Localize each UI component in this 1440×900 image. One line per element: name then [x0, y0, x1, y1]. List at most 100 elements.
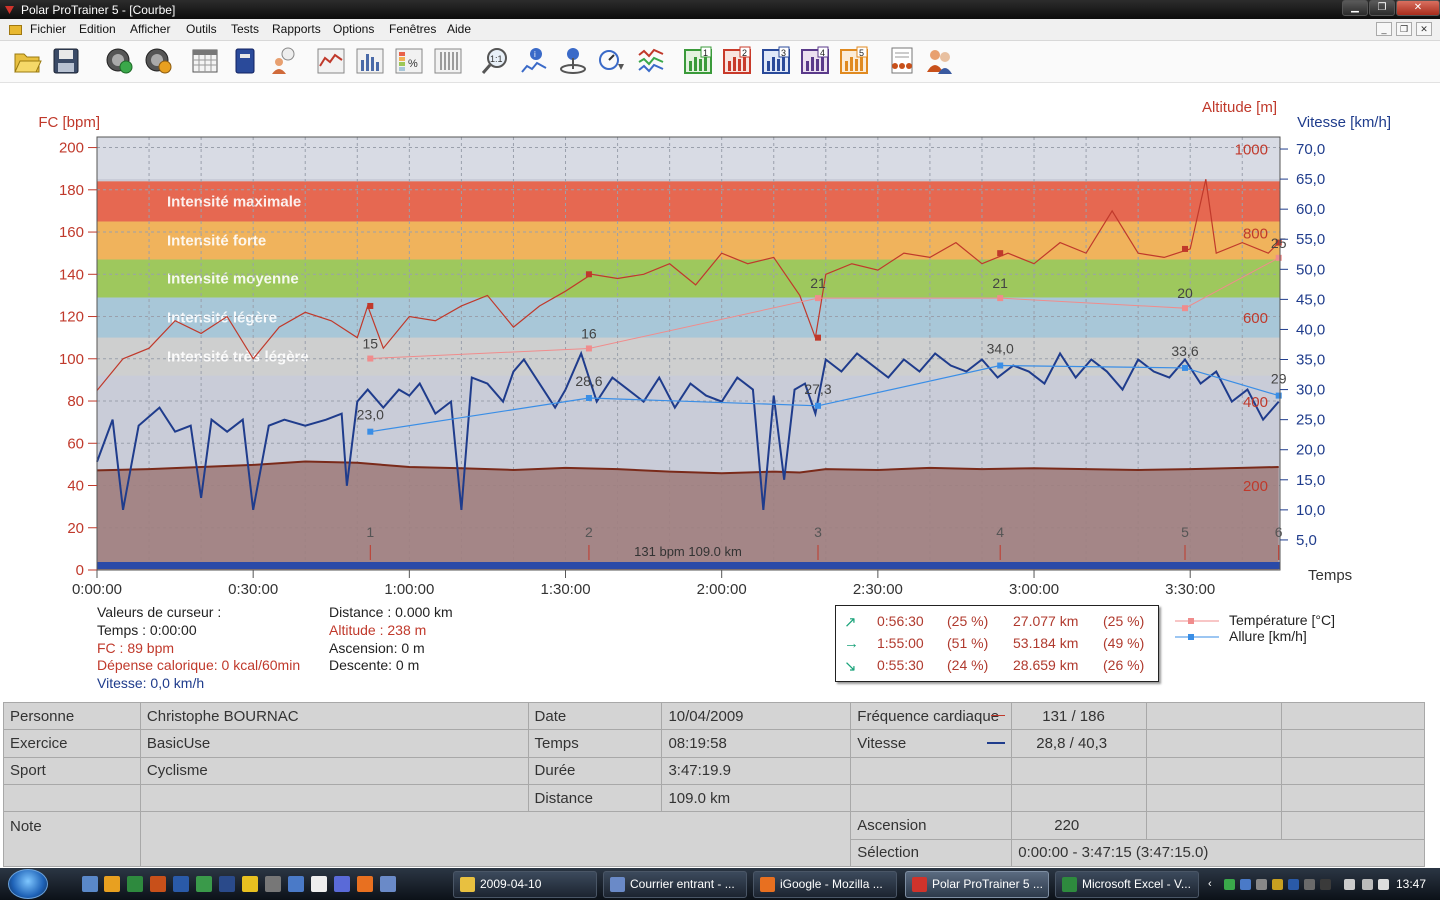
tray-network-icon[interactable]: [1240, 879, 1251, 890]
task-igoogle[interactable]: iGoogle - Mozilla ...: [753, 871, 897, 898]
menu-outils[interactable]: Outils: [186, 22, 217, 36]
allure-point: [997, 362, 1004, 369]
temperature-point: [585, 345, 592, 352]
network-icon[interactable]: [1362, 879, 1373, 890]
chrome-icon[interactable]: [242, 876, 258, 892]
y-speed-tick-label: 50,0: [1296, 261, 1325, 278]
task-excel[interactable]: Microsoft Excel - V...: [1055, 871, 1199, 898]
sync-icon[interactable]: [104, 46, 134, 76]
user-info-icon[interactable]: [268, 46, 298, 76]
mdi-restore-button[interactable]: ❐: [1396, 22, 1412, 36]
zoom-icon[interactable]: 1:1: [480, 46, 510, 76]
empty-cell: [3, 783, 141, 813]
allure-label: 33,6: [1171, 343, 1198, 359]
fc-label-cell: Fréquence cardiaque: [850, 701, 1013, 731]
legend-swatches: [1175, 618, 1219, 640]
x-tick-label: 1:30:00: [540, 581, 590, 598]
x-tick-label: 0:30:00: [228, 581, 278, 598]
selection-bar[interactable]: [97, 562, 1280, 569]
show-desktop-icon[interactable]: [82, 876, 98, 892]
zone3-icon[interactable]: 3: [761, 46, 791, 76]
bar-view-icon[interactable]: [355, 46, 385, 76]
empty-cell: [1146, 701, 1283, 731]
start-button[interactable]: [8, 869, 48, 899]
allure-label: 27,3: [804, 381, 831, 397]
multi-curve-icon[interactable]: [636, 46, 666, 76]
battery-icon[interactable]: [1344, 879, 1355, 890]
zone2-icon[interactable]: 2: [722, 46, 752, 76]
menu-afficher[interactable]: Afficher: [130, 22, 170, 36]
tray-update-icon[interactable]: [1272, 879, 1283, 890]
empty-cell: [1146, 756, 1283, 785]
zone4-badge: 4: [820, 48, 825, 58]
word-icon[interactable]: [173, 876, 189, 892]
tray-expand-icon[interactable]: ‹: [1208, 879, 1219, 890]
percent-view-icon[interactable]: %: [394, 46, 424, 76]
quicklaunch-v-icon[interactable]: [311, 876, 327, 892]
zone1-icon[interactable]: 1: [683, 46, 713, 76]
excel-icon[interactable]: [127, 876, 143, 892]
summary-row-uphill: ↗ 0:56:30 (25 %) 27.077 km (25 %): [844, 613, 1145, 631]
tray-printer-icon[interactable]: [1320, 879, 1331, 890]
quicklaunch-m-icon[interactable]: [219, 876, 235, 892]
diary-book-icon[interactable]: [230, 46, 260, 76]
tray-usb-icon[interactable]: [1304, 879, 1315, 890]
tray-security-icon[interactable]: [1288, 879, 1299, 890]
task-courrier[interactable]: Courrier entrant - ...: [603, 871, 747, 898]
temperature-point: [1181, 305, 1188, 312]
menu-aide[interactable]: Aide: [447, 22, 471, 36]
y-left-tick-label: 100: [59, 351, 84, 368]
task-folder-2009-04-10[interactable]: 2009-04-10: [453, 871, 597, 898]
marker-info-icon[interactable]: i: [519, 46, 549, 76]
open-folder-icon[interactable]: [12, 46, 42, 76]
calendar-icon[interactable]: [190, 46, 220, 76]
minimize-button[interactable]: ▁: [1342, 0, 1368, 16]
document-icon[interactable]: [9, 25, 22, 35]
lap-icon[interactable]: [558, 46, 588, 76]
exercise-info-table: Personne Christophe BOURNAC Date 10/04/2…: [3, 701, 1425, 868]
tray-device-icon[interactable]: [1256, 879, 1267, 890]
x-tick-label: 3:30:00: [1165, 581, 1215, 598]
menu-edition[interactable]: Edition: [79, 22, 116, 36]
firefox-icon[interactable]: [357, 876, 373, 892]
save-icon[interactable]: [51, 46, 81, 76]
zone3-badge: 3: [781, 48, 786, 58]
vitesse-label-cell: Vitesse: [850, 729, 1013, 758]
quicklaunch-app-icon[interactable]: [196, 876, 212, 892]
clock[interactable]: 13:47: [1396, 877, 1426, 891]
mdi-close-button[interactable]: ✕: [1416, 22, 1432, 36]
window-title: Polar ProTrainer 5 - [Courbe]: [21, 3, 176, 17]
volume-icon[interactable]: [1378, 879, 1389, 890]
menu-options[interactable]: Options: [333, 22, 374, 36]
maximize-button[interactable]: ❐: [1369, 0, 1395, 16]
exercice-label: Exercice: [3, 729, 141, 758]
lap-hr-marker: [1181, 245, 1188, 252]
zone4-icon[interactable]: 4: [800, 46, 830, 76]
powerpoint-icon[interactable]: [150, 876, 166, 892]
table-view-icon[interactable]: [433, 46, 463, 76]
report-icon[interactable]: [886, 46, 916, 76]
zone5-icon[interactable]: 5: [839, 46, 869, 76]
settings-gear-icon[interactable]: [143, 46, 173, 76]
menu-fenetres[interactable]: Fenêtres: [389, 22, 436, 36]
close-button[interactable]: ✕: [1396, 0, 1440, 16]
users-icon[interactable]: [925, 46, 955, 76]
speed-sync-icon[interactable]: [597, 46, 627, 76]
temps-label: Temps: [527, 729, 663, 758]
note-value[interactable]: [139, 811, 852, 867]
curve-view-icon[interactable]: [316, 46, 346, 76]
quicklaunch-tool-icon[interactable]: [334, 876, 350, 892]
allure-point: [814, 402, 821, 409]
y-speed-tick-label: 10,0: [1296, 502, 1325, 519]
menu-rapports[interactable]: Rapports: [272, 22, 321, 36]
quicklaunch-mail-icon[interactable]: [380, 876, 396, 892]
menu-fichier[interactable]: Fichier: [30, 22, 66, 36]
menu-tests[interactable]: Tests: [231, 22, 259, 36]
media-player-icon[interactable]: [104, 876, 120, 892]
y-left-tick-label: 80: [67, 393, 84, 410]
mdi-minimize-button[interactable]: _: [1376, 22, 1392, 36]
task-polar[interactable]: Polar ProTrainer 5 ...: [905, 871, 1049, 898]
quicklaunch-download-icon[interactable]: [265, 876, 281, 892]
tray-app-icon[interactable]: [1224, 879, 1235, 890]
quicklaunch-globe-icon[interactable]: [288, 876, 304, 892]
